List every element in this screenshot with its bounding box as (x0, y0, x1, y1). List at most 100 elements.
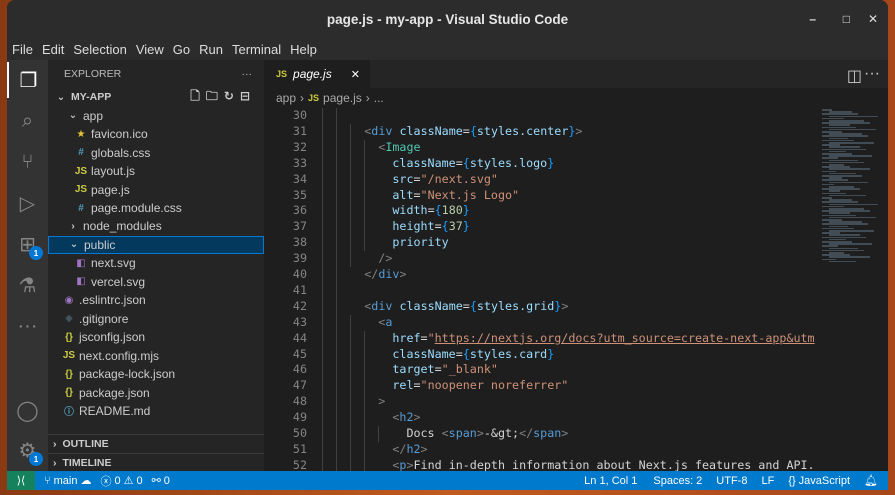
ports-status[interactable]: ⚯ 0 (152, 474, 170, 488)
code-token: styles.logo (469, 155, 548, 170)
more-actions-icon[interactable]: ··· (864, 65, 880, 83)
file-page.module.css[interactable]: # page.module.css (48, 199, 264, 218)
file-label: page.module.css (91, 201, 182, 215)
file-README.md[interactable]: ⓘ README.md (48, 402, 264, 421)
code-token: div (371, 298, 393, 313)
file-.eslintrc.json[interactable]: ◉ .eslintrc.json (48, 291, 264, 310)
file-package-lock.json[interactable]: {} package-lock.json (48, 365, 264, 384)
new-file-icon[interactable]: 🗋 (190, 89, 206, 103)
minimize-button[interactable]: – (809, 12, 816, 26)
collapse-all-icon[interactable]: ⊟ (240, 89, 256, 103)
close-tab-icon[interactable]: ✕ (351, 68, 360, 81)
menu-selection[interactable]: Selection (73, 42, 126, 57)
menu-go[interactable]: Go (173, 42, 190, 57)
code-token: > (561, 426, 569, 440)
split-editor-icon[interactable]: ◫ (847, 66, 862, 86)
account-icon[interactable]: ◯ (7, 392, 48, 428)
code-token: > (476, 426, 484, 440)
source-control-icon[interactable]: ⑂ (7, 144, 48, 180)
code-token: className (399, 123, 463, 138)
menu-terminal[interactable]: Terminal (232, 42, 281, 57)
line-number: 32 (292, 139, 307, 154)
tab-page-js[interactable]: JS page.js ✕ (264, 60, 370, 88)
indentation-status[interactable]: Spaces: 2 (653, 475, 702, 487)
language-status[interactable]: {} JavaScript (788, 475, 850, 487)
folder-app[interactable]: ⌄ app (48, 107, 264, 126)
favicon-ico-file-icon: ★ (76, 128, 86, 140)
more-icon[interactable]: ··· (7, 308, 48, 344)
file-page.js[interactable]: JS page.js (48, 180, 264, 199)
explorer-more-button[interactable]: ··· (242, 68, 253, 80)
file-layout.js[interactable]: JS layout.js (48, 162, 264, 181)
code-editor[interactable]: 30 31 <div className={styles.center}> 32 <… (264, 108, 818, 471)
code-token: div (371, 123, 393, 138)
code-line: href="https://nextjs.org/docs?utm_source… (322, 330, 814, 345)
file-vercel.svg[interactable]: ◧ vercel.svg (48, 273, 264, 292)
problems-status[interactable]: ⓧ 0 ⚠ 0 (100, 473, 142, 489)
remote-indicator[interactable]: ⟩⟨ (7, 471, 35, 490)
code-token: > (399, 267, 407, 281)
menu-edit[interactable]: Edit (42, 42, 64, 57)
outline-section[interactable]: › OUTLINE (48, 434, 264, 453)
breadcrumb: app › JS page.js › ... (276, 91, 384, 105)
vscode-window: page.js - my-app - Visual Studio Code – … (7, 0, 888, 490)
extensions-icon[interactable]: ⊞ 1 (7, 226, 48, 262)
minimap[interactable] (818, 108, 880, 471)
breadcrumb-app[interactable]: app (276, 91, 296, 105)
files-icon[interactable]: ❐ (7, 62, 48, 98)
file-next.svg[interactable]: ◧ next.svg (48, 254, 264, 273)
window-title: page.js - my-app - Visual Studio Code (326, 11, 569, 27)
code-token: = (413, 187, 421, 202)
menu-file[interactable]: File (12, 42, 33, 57)
cursor-position[interactable]: Ln 1, Col 1 (584, 475, 637, 487)
run-debug-icon[interactable]: ▷ (7, 185, 48, 221)
new-folder-icon[interactable]: 🗀 (206, 89, 224, 103)
timeline-section[interactable]: › TIMELINE (48, 453, 264, 472)
branch-status[interactable]: ⑂ main ☁ (44, 474, 91, 488)
file-jsconfig.json[interactable]: {} jsconfig.json (48, 328, 264, 347)
workspace-root[interactable]: ⌄ MY-APP 🗋🗀↻⊟ (48, 88, 264, 107)
menu-view[interactable]: View (136, 42, 164, 57)
maximize-button[interactable]: □ (843, 12, 850, 26)
line-number: 47 (292, 378, 307, 393)
line-number: 52 (292, 457, 307, 471)
remote-icon: ⟩⟨ (16, 475, 26, 487)
file-favicon.ico[interactable]: ★ favicon.ico (48, 125, 264, 144)
encoding-status[interactable]: UTF-8 (716, 475, 747, 487)
braces-icon: {} (788, 474, 796, 487)
globals-css-file-icon: # (78, 147, 84, 159)
notifications-bell-icon[interactable]: 🔔︎ (864, 474, 878, 487)
title-bar: page.js - my-app - Visual Studio Code – … (7, 0, 888, 38)
testing-icon[interactable]: ⚗ (7, 267, 48, 303)
code-token: alt (392, 187, 414, 202)
line-number: 41 (292, 282, 307, 297)
file-globals.css[interactable]: # globals.css (48, 143, 264, 162)
code-token: div (378, 267, 400, 281)
warning-count: 0 (136, 474, 143, 487)
file-next.config.mjs[interactable]: JS next.config.mjs (48, 346, 264, 365)
breadcrumb-symbol[interactable]: ... (374, 91, 384, 105)
js-file-icon: JS (308, 93, 320, 103)
close-window-button[interactable]: ✕ (868, 12, 878, 26)
file-label: README.md (79, 403, 151, 418)
code-token: = (420, 330, 428, 345)
file-package.json[interactable]: {} package.json (48, 383, 264, 402)
folder-node_modules[interactable]: › node_modules (48, 217, 264, 236)
file-.gitignore[interactable]: ◆ .gitignore (48, 309, 264, 328)
menu-run[interactable]: Run (199, 42, 223, 57)
line-number: 46 (292, 362, 307, 377)
breadcrumb-file[interactable]: page.js (323, 91, 362, 105)
code-token: > (406, 457, 414, 471)
-eslintrc-json-file-icon: ◉ (64, 294, 74, 306)
menu-help[interactable]: Help (290, 42, 317, 57)
settings-gear-icon[interactable]: ⚙ 1 (7, 432, 48, 468)
search-icon[interactable]: ⌕ (7, 103, 48, 139)
git-branch-icon: ⑂ (44, 474, 51, 487)
line-number: 51 (292, 441, 307, 456)
explorer-sidebar: EXPLORER ··· ⌄ MY-APP 🗋🗀↻⊟ › OUTLINE › TIM… (48, 60, 264, 471)
refresh-icon[interactable]: ↻ (224, 89, 240, 103)
folder-public[interactable]: ⌄ public (48, 235, 264, 255)
eol-status[interactable]: LF (761, 475, 774, 487)
code-token: { (434, 203, 442, 218)
code-token: = (455, 346, 463, 361)
